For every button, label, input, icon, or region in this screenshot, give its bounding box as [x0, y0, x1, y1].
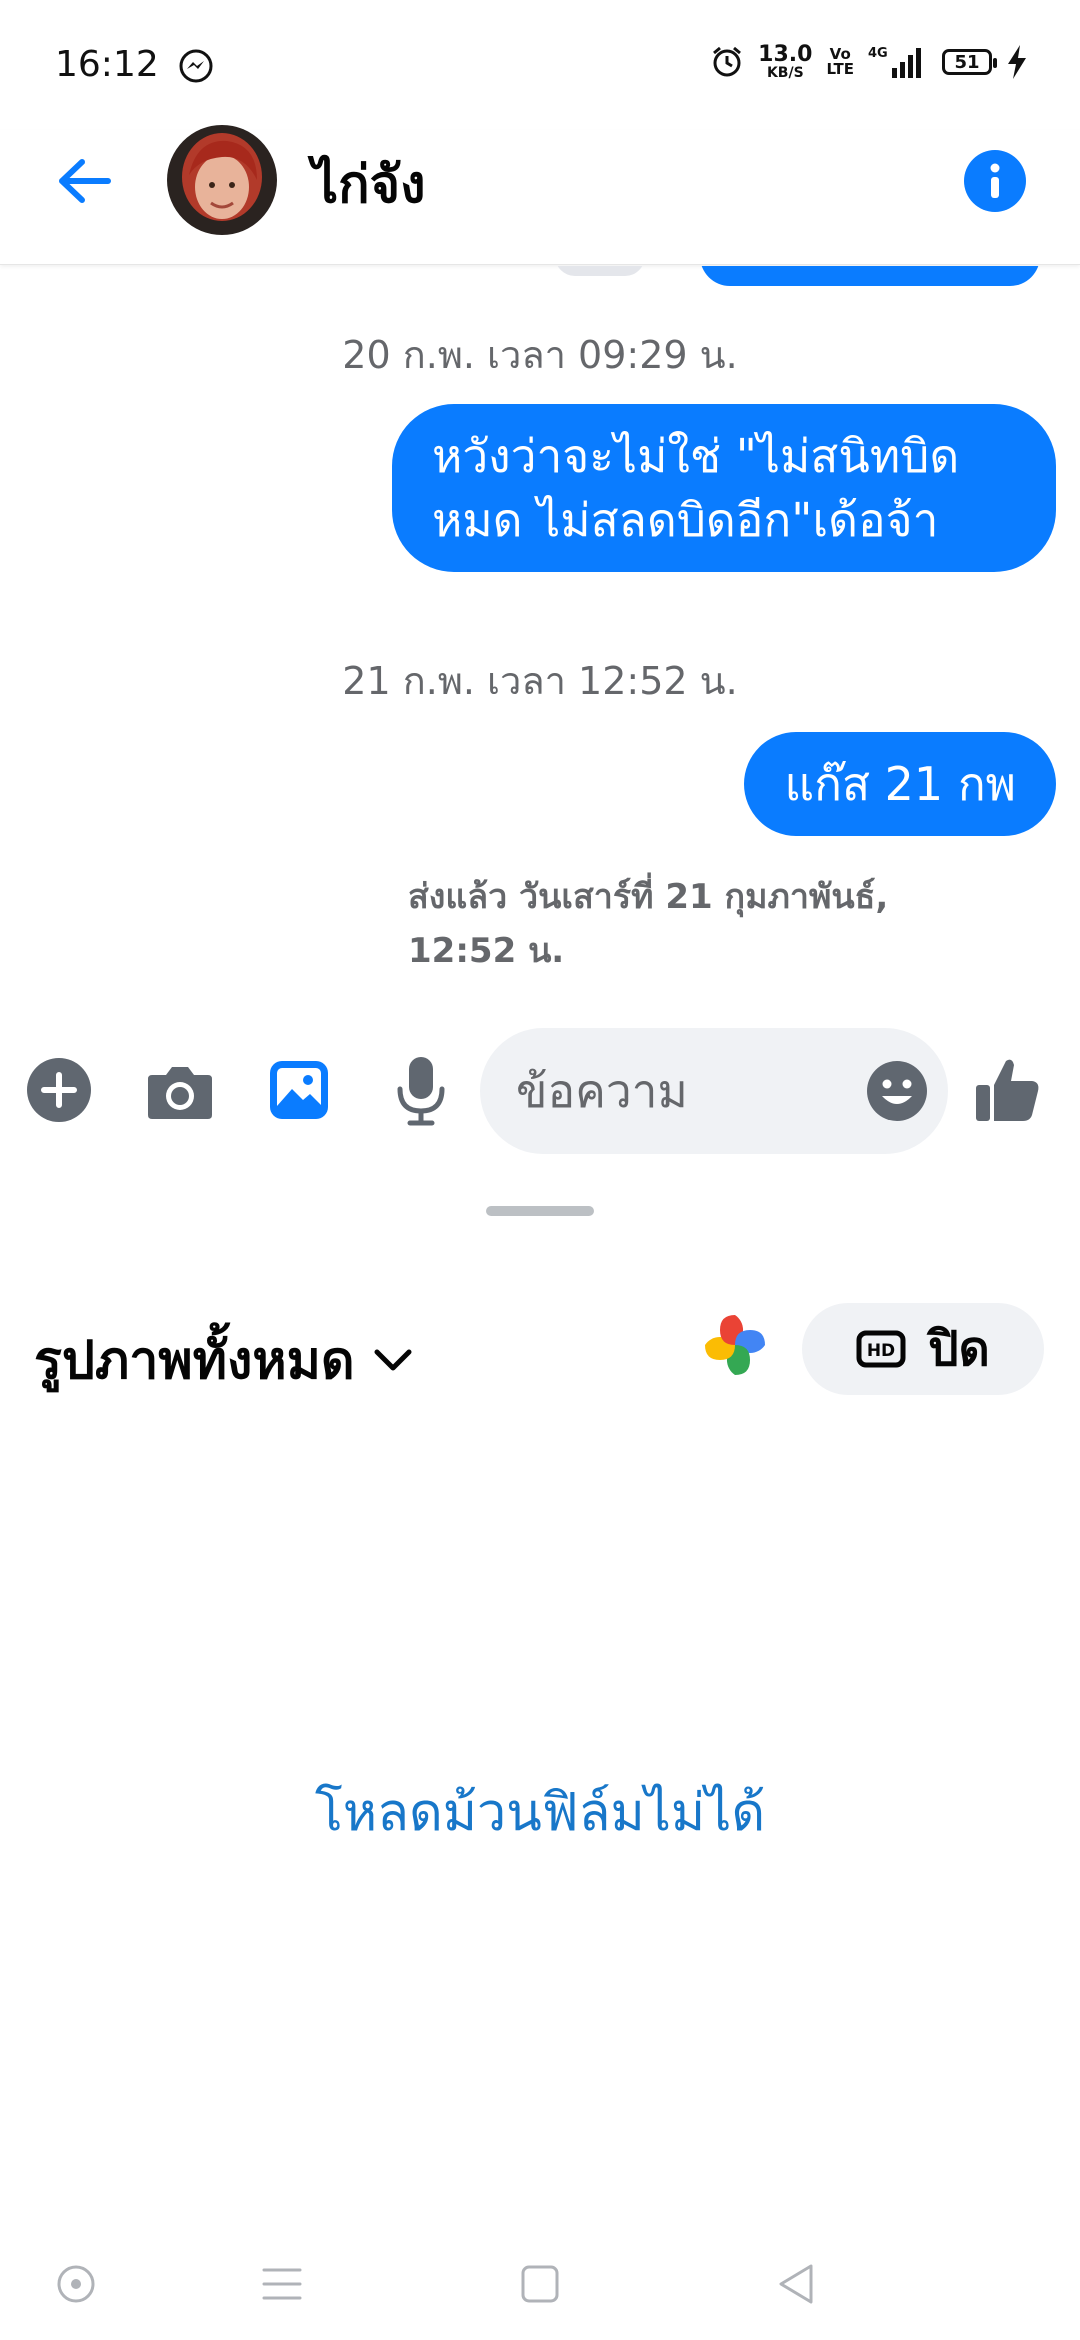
back-button[interactable] [48, 145, 120, 217]
battery-icon: 51 [942, 49, 997, 75]
hd-icon: HD [856, 1330, 906, 1368]
status-indicators: 13.0 KB/S Vo LTE 4G 51 [710, 44, 1028, 80]
add-button[interactable] [26, 1057, 92, 1123]
status-bar: 16:12 13.0 KB/S Vo LTE 4G 51 [0, 0, 1080, 130]
hd-toggle-label: ปิด [928, 1321, 990, 1377]
album-selector-label: รูปภาพทั้งหมด [34, 1331, 355, 1391]
menu-icon [262, 2268, 302, 2300]
back-arrow-icon [59, 159, 111, 203]
hd-badge: HD [867, 1341, 895, 1361]
network-speed: 13.0 KB/S [758, 42, 813, 81]
alarm-icon [713, 46, 742, 77]
contact-name[interactable]: ไก่จัง [312, 142, 426, 225]
gallery-icon [270, 1061, 328, 1119]
messenger-icon [179, 49, 213, 83]
info-icon [990, 163, 1000, 198]
hd-toggle[interactable]: HD ปิด [802, 1303, 1044, 1395]
message-timestamp: 21 ก.พ. เวลา 12:52 น. [342, 659, 738, 703]
info-button[interactable] [964, 150, 1026, 212]
message-list[interactable]: 20 ก.พ. เวลา 09:29 น. หวังว่าจะไม่ใช่ "ไ… [0, 266, 1080, 1006]
camera-button[interactable] [146, 1061, 214, 1121]
plus-icon [27, 1058, 91, 1122]
previous-message-fragment [555, 266, 645, 276]
camera-icon [148, 1067, 212, 1119]
gallery-button[interactable] [268, 1059, 330, 1121]
emoji-icon[interactable] [866, 1060, 928, 1122]
assistant-icon [57, 2265, 95, 2303]
drag-handle[interactable] [486, 1206, 594, 1216]
system-back-button[interactable] [766, 2254, 826, 2314]
avatar-image [167, 125, 277, 235]
home-button[interactable] [510, 2254, 570, 2314]
message-bubble[interactable]: แก๊ส 21 กพ [744, 732, 1056, 836]
microphone-icon [397, 1057, 445, 1126]
network-type: 4G [868, 46, 888, 61]
message-input[interactable] [516, 1028, 846, 1154]
thumbs-up-icon [976, 1059, 1039, 1121]
like-button[interactable] [974, 1055, 1042, 1125]
assistant-button[interactable] [46, 2254, 106, 2314]
system-nav-bar [0, 2230, 1080, 2340]
message-field[interactable] [480, 1028, 948, 1154]
album-selector[interactable]: รูปภาพทั้งหมด [34, 1318, 413, 1401]
microphone-button[interactable] [394, 1055, 448, 1127]
camera-roll-error: โหลดม้วนฟิล์มไม่ได้ [314, 1783, 766, 1843]
composer-bar [0, 1025, 1080, 1160]
charging-bolt-icon [1008, 45, 1026, 79]
chevron-down-icon [374, 1349, 412, 1370]
menu-button[interactable] [252, 2254, 312, 2314]
delivered-status: ส่งแล้ว วันเสาร์ที่ 21 กุมภาพันธ์, 12:52… [408, 877, 889, 971]
previous-message-bubble[interactable] [700, 266, 1040, 286]
status-time: 16:12 [55, 44, 159, 85]
message-timestamp: 20 ก.พ. เวลา 09:29 น. [342, 333, 738, 377]
google-photos-icon[interactable] [700, 1310, 770, 1380]
conversation-header [0, 130, 1080, 265]
volte-indicator: Vo LTE [826, 45, 854, 78]
avatar[interactable] [167, 125, 277, 235]
home-icon [521, 2265, 559, 2303]
message-bubble[interactable]: หวังว่าจะไม่ใช่ "ไม่สนิทบิด หมด ไม่สลดบิ… [392, 404, 1056, 572]
signal-icon: 4G [868, 46, 921, 78]
back-icon [779, 2264, 813, 2304]
